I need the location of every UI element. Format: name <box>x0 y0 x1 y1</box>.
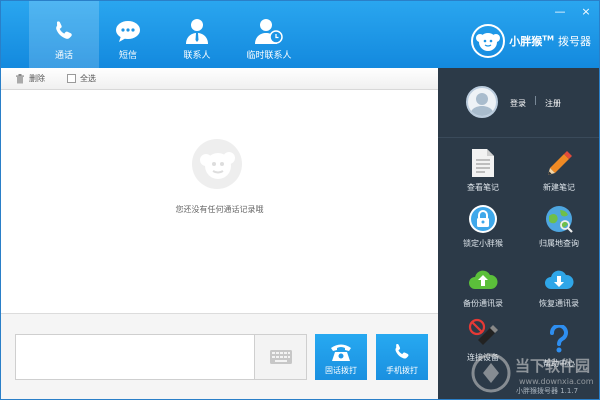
phone-number-input[interactable] <box>15 334 255 380</box>
usb-device-icon <box>468 318 498 348</box>
location-lookup-button[interactable]: 归属地查询 <box>524 204 594 260</box>
tab-calls[interactable]: 通话 <box>29 1 99 68</box>
tab-label: 短信 <box>118 51 137 61</box>
select-all-label: 全选 <box>80 74 96 83</box>
watermark-logo <box>471 353 511 393</box>
contact-person-icon <box>183 17 211 45</box>
temp-contact-icon <box>255 17 283 45</box>
function-label: 新建笔记 <box>543 183 575 192</box>
brand-name: 小胖猴TM <box>509 34 554 48</box>
help-icon <box>544 324 574 354</box>
lock-icon <box>468 204 498 234</box>
top-bar: 通话 短信 联系人 临时联系人 — × 小胖猴TM 拨号器 <box>1 1 599 68</box>
call-log-toolbar: 删除 全选 <box>1 68 438 90</box>
dialer-window: 通话 短信 联系人 临时联系人 — × 小胖猴TM 拨号器 删除 全选 您还没有… <box>0 0 600 400</box>
keypad-button[interactable] <box>255 334 307 380</box>
register-link[interactable]: 注册 <box>545 98 561 109</box>
empty-monkey-icon <box>192 139 242 189</box>
delete-button[interactable]: 删除 <box>15 73 45 84</box>
telephone-icon <box>331 344 351 361</box>
view-notes-button[interactable]: 查看笔记 <box>448 148 518 204</box>
lock-app-button[interactable]: 锁定小胖猴 <box>448 204 518 260</box>
empty-state-text: 您还没有任何通话记录哦 <box>175 205 264 214</box>
delete-label: 删除 <box>29 74 45 83</box>
cloud-upload-icon <box>468 264 498 294</box>
tab-label: 联系人 <box>183 51 211 61</box>
new-note-button[interactable]: 新建笔记 <box>524 148 594 204</box>
pencil-icon <box>544 148 574 178</box>
dial-bar: 固话拨打 手机拨打 <box>1 313 438 399</box>
watermark: 当下软件园 www.downxia.com <box>471 353 599 399</box>
login-link[interactable]: 登录 <box>510 98 526 109</box>
function-label: 查看笔记 <box>467 183 499 192</box>
function-label: 锁定小胖猴 <box>463 239 503 248</box>
backup-contacts-button[interactable]: 备份通讯录 <box>448 264 518 320</box>
cloud-download-icon <box>544 264 574 294</box>
note-icon <box>468 148 498 178</box>
function-label: 恢复通讯录 <box>539 299 579 308</box>
mobile-call-label: 手机拨打 <box>386 366 418 375</box>
function-label: 归属地查询 <box>539 239 579 248</box>
trash-icon <box>16 73 24 83</box>
landline-call-button[interactable]: 固话拨打 <box>315 334 367 380</box>
tab-temp-contacts[interactable]: 临时联系人 <box>227 1 311 68</box>
tab-sms[interactable]: 短信 <box>93 1 163 68</box>
watermark-url: www.downxia.com <box>519 377 594 386</box>
brand-subtitle: 拨号器 <box>558 35 591 48</box>
phone-icon <box>395 344 409 359</box>
brand: 小胖猴TM 拨号器 <box>471 21 591 61</box>
map-icon <box>544 204 574 234</box>
account-row: 登录 | 注册 <box>438 68 599 138</box>
restore-contacts-button[interactable]: 恢复通讯录 <box>524 264 594 320</box>
tab-label: 通话 <box>54 51 73 61</box>
call-log-list: 您还没有任何通话记录哦 <box>1 90 438 313</box>
keyboard-icon <box>269 350 292 364</box>
watermark-title: 当下软件园 <box>515 357 591 375</box>
account-separator: | <box>534 96 538 106</box>
function-label: 备份通讯录 <box>463 299 503 308</box>
avatar[interactable] <box>466 86 498 118</box>
landline-call-label: 固话拨打 <box>325 366 357 375</box>
close-button[interactable]: × <box>579 5 593 19</box>
monkey-logo <box>471 24 506 58</box>
checkbox[interactable] <box>67 74 76 83</box>
tab-contacts[interactable]: 联系人 <box>162 1 232 68</box>
tab-label: 临时联系人 <box>246 51 292 61</box>
minimize-button[interactable]: — <box>553 5 567 19</box>
mobile-call-button[interactable]: 手机拨打 <box>376 334 428 380</box>
right-panel: 登录 | 注册 查看笔记 新建笔记 锁定小胖猴 归属地查询 备份通讯录 恢复通讯… <box>438 68 599 399</box>
phone-icon <box>50 17 78 45</box>
sms-bubble-icon <box>114 17 142 45</box>
select-all-checkbox[interactable]: 全选 <box>67 73 96 84</box>
